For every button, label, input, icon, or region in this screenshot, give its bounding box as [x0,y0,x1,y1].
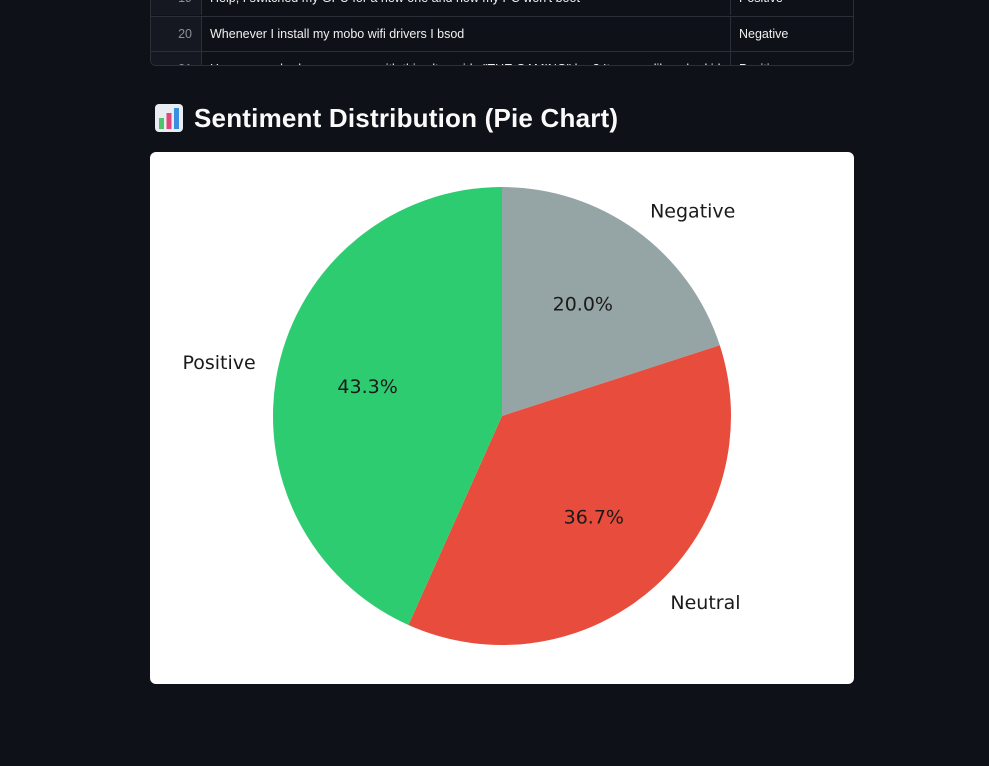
row-index: 21 [151,52,202,65]
table-row[interactable]: 20 Whenever I install my mobo wifi drive… [151,16,853,51]
row-sentiment[interactable]: Negative [731,17,853,51]
pie-pct-label-neutral: 36.7% [564,507,624,529]
section-title: Sentiment Distribution (Pie Chart) [194,102,619,133]
pie-category-label-positive: Positive [182,352,255,374]
section-heading: Sentiment Distribution (Pie Chart) [154,98,618,138]
row-sentiment[interactable]: Positive [731,0,853,15]
row-index: 19 [151,0,202,15]
sentiment-table[interactable]: 19 Help, I switched my GPU for a new one… [150,0,854,66]
row-text[interactable]: Help, I switched my GPU for a new one an… [202,0,731,15]
pie-category-label-negative: Negative [650,201,735,223]
table-row[interactable]: 21 Has anyone had any success with this … [151,51,853,65]
pie-chart-card: 20.0% Negative 36.7% Neutral 43.3% Positive [150,152,854,684]
pie-category-label-neutral: Neutral [670,592,740,614]
pie-pct-label-negative: 20.0% [553,293,613,315]
pie-chart: 20.0% Negative 36.7% Neutral 43.3% Positive [182,187,741,646]
bar-chart-icon [155,104,183,132]
row-text[interactable]: Has anyone had any success with this ult… [202,52,731,65]
row-sentiment[interactable]: Positive [731,52,853,65]
pie-pct-label-positive: 43.3% [337,376,397,398]
table-row[interactable]: 19 Help, I switched my GPU for a new one… [151,0,853,15]
row-text[interactable]: Whenever I install my mobo wifi drivers … [202,17,731,51]
row-index: 20 [151,17,202,51]
